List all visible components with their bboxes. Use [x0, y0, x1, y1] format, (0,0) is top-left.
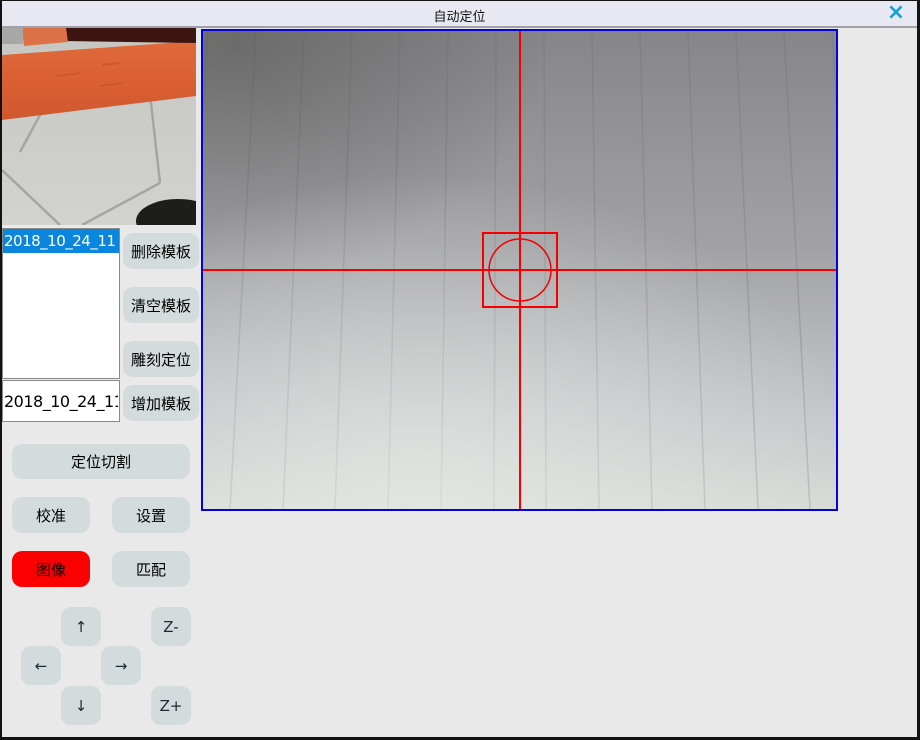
clear-templates-button[interactable]: 清空模板	[123, 287, 199, 323]
settings-button[interactable]: 设置	[112, 497, 190, 533]
calibrate-button[interactable]: 校准	[12, 497, 90, 533]
jog-right-button[interactable]: →	[101, 646, 141, 685]
template-preview-image	[2, 28, 196, 225]
jog-down-button[interactable]: ↓	[61, 686, 101, 725]
image-button[interactable]: 图像	[12, 551, 90, 587]
delete-template-button[interactable]: 删除模板	[123, 233, 199, 269]
camera-view[interactable]	[201, 29, 838, 511]
locate-cut-button[interactable]: 定位切割	[12, 444, 190, 479]
auto-locate-dialog: 自动定位 ×	[0, 0, 920, 740]
match-button[interactable]: 匹配	[112, 551, 190, 587]
template-list-item-selected[interactable]: 2018_10_24_11	[3, 229, 119, 253]
engrave-locate-button[interactable]: 雕刻定位	[123, 341, 199, 377]
template-list[interactable]: 2018_10_24_11	[2, 228, 120, 379]
window-title: 自动定位	[2, 6, 917, 25]
jog-left-button[interactable]: ←	[21, 646, 61, 685]
template-name-input[interactable]	[2, 380, 120, 422]
close-icon[interactable]: ×	[885, 2, 907, 24]
camera-feed	[203, 31, 836, 509]
jog-up-button[interactable]: ↑	[61, 607, 101, 646]
template-preview-art	[2, 28, 196, 225]
add-template-button[interactable]: 增加模板	[123, 385, 199, 421]
jog-z-minus-button[interactable]: Z-	[151, 607, 191, 646]
titlebar: 自动定位 ×	[2, 1, 917, 28]
jog-z-plus-button[interactable]: Z+	[151, 686, 191, 725]
